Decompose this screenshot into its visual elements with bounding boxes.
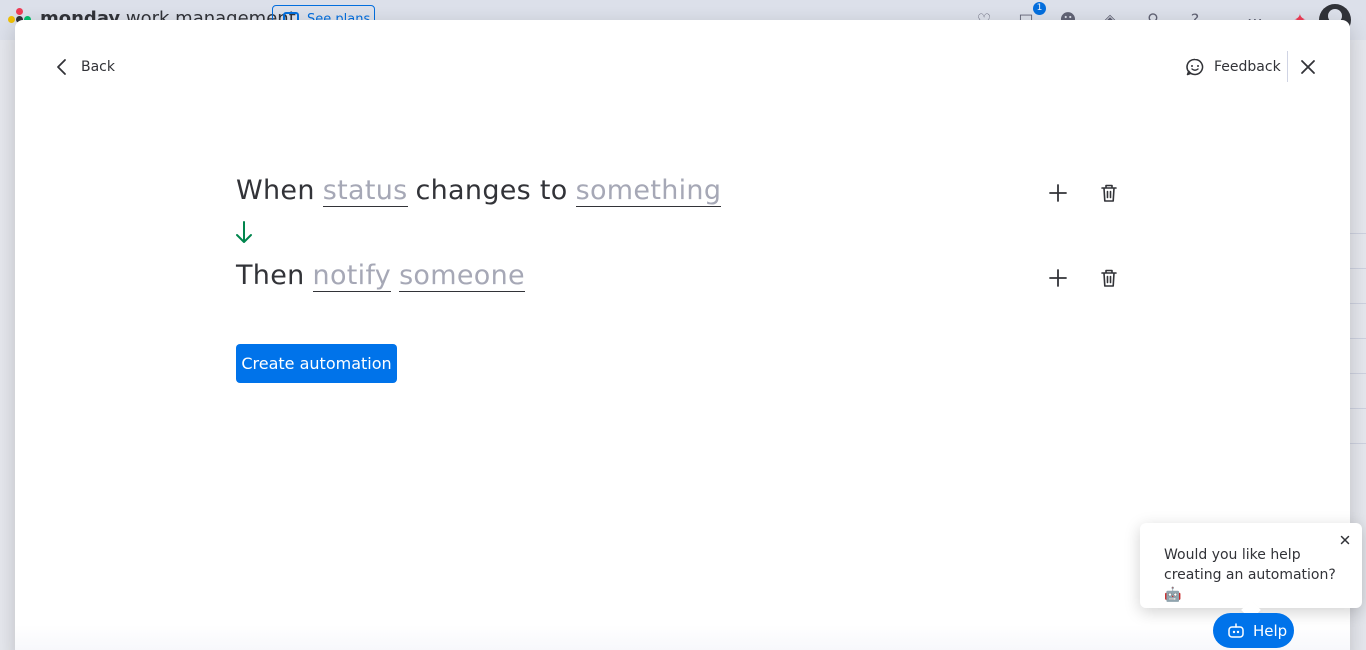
arrow-down-icon (236, 221, 252, 243)
something-field[interactable]: something (575, 176, 722, 207)
feedback-label: Feedback (1214, 59, 1281, 75)
then-word: Then (236, 260, 305, 291)
someone-field[interactable]: someone (399, 261, 525, 292)
add-trigger-plus-icon[interactable] (1047, 182, 1069, 204)
status-field[interactable]: status (322, 176, 408, 207)
action-sentence: Then notify someone (236, 260, 533, 300)
chevron-left-icon (57, 59, 66, 75)
header-divider (1287, 51, 1288, 82)
notify-field[interactable]: notify (312, 261, 392, 292)
when-word: When (236, 175, 315, 206)
help-button-label: Help (1253, 621, 1288, 640)
back-button[interactable]: Back (55, 54, 115, 80)
add-action-plus-icon[interactable] (1047, 267, 1069, 289)
tooltip-close-icon[interactable] (1338, 533, 1352, 547)
trigger-sentence: When status changes to something (236, 175, 729, 215)
delete-action-trash-icon[interactable] (1098, 267, 1120, 289)
feedback-icon (1186, 58, 1204, 76)
create-automation-button[interactable]: Create automation (236, 344, 397, 383)
help-bot-icon (1228, 622, 1244, 638)
modal-bottom-fade (15, 625, 1350, 650)
back-label: Back (81, 59, 115, 75)
help-button[interactable]: Help (1213, 613, 1294, 648)
help-tooltip-text: Would you like help creating an automati… (1164, 547, 1336, 603)
changes-to-text: changes to (415, 175, 568, 206)
feedback-button[interactable]: Feedback (1185, 54, 1281, 80)
help-tooltip: Would you like help creating an automati… (1140, 523, 1362, 608)
delete-trigger-trash-icon[interactable] (1098, 182, 1120, 204)
close-icon[interactable] (1297, 56, 1319, 78)
